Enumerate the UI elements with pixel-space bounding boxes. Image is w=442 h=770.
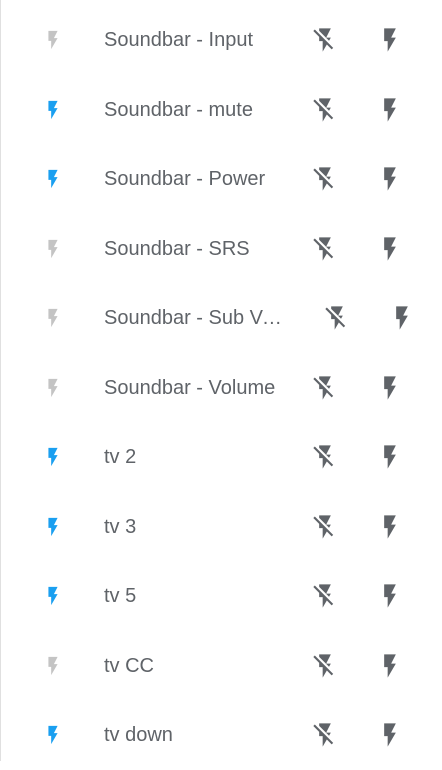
turn-off-button[interactable] — [310, 581, 340, 611]
entity-label: tv 3 — [104, 515, 137, 538]
entity-label: tv CC — [104, 654, 154, 677]
turn-on-button[interactable] — [375, 234, 405, 264]
turn-on-button[interactable] — [387, 303, 417, 333]
turn-on-button[interactable] — [375, 25, 405, 55]
flash-off-icon — [311, 235, 339, 263]
entity-label: Soundbar - Sub Vo… — [104, 307, 284, 329]
flash-icon — [42, 97, 64, 123]
turn-on-button[interactable] — [375, 581, 405, 611]
flash-off-icon — [311, 96, 339, 124]
flash-off-icon — [311, 513, 339, 541]
entity-row: tv 2 — [0, 422, 442, 492]
turn-on-button[interactable] — [375, 442, 405, 472]
flash-icon — [42, 375, 64, 401]
entity-row: Soundbar - Input — [0, 5, 442, 75]
turn-off-button[interactable] — [310, 512, 340, 542]
entity-label: tv 2 — [104, 446, 137, 468]
entity-row: Soundbar - mute — [0, 75, 442, 145]
flash-icon — [42, 722, 64, 748]
turn-off-button[interactable] — [310, 373, 340, 403]
turn-on-button[interactable] — [375, 651, 405, 681]
turn-off-button[interactable] — [310, 720, 340, 750]
turn-on-button[interactable] — [375, 720, 405, 750]
flash-icon — [42, 444, 64, 470]
flash-on-icon — [376, 582, 404, 610]
flash-on-icon — [376, 374, 404, 402]
entity-row: tv down — [0, 700, 442, 770]
entity-label: Soundbar - SRS — [104, 237, 250, 260]
entity-row: Soundbar - SRS — [0, 214, 442, 284]
flash-off-icon — [311, 721, 339, 749]
turn-on-button[interactable] — [375, 512, 405, 542]
flash-off-icon — [311, 443, 339, 471]
flash-on-icon — [376, 443, 404, 471]
entity-label: Soundbar - Input — [104, 29, 253, 51]
turn-off-button[interactable] — [310, 164, 340, 194]
entity-label: Soundbar - Power — [104, 168, 266, 190]
flash-icon — [42, 514, 64, 540]
entity-row: Soundbar - Sub Vo… — [0, 283, 442, 353]
entity-row: tv CC — [0, 631, 442, 701]
turn-off-button[interactable] — [322, 303, 352, 333]
flash-on-icon — [376, 721, 404, 749]
turn-on-button[interactable] — [375, 164, 405, 194]
turn-off-button[interactable] — [310, 651, 340, 681]
flash-on-icon — [376, 513, 404, 541]
flash-icon — [42, 653, 64, 679]
flash-on-icon — [376, 235, 404, 263]
flash-off-icon — [311, 26, 339, 54]
flash-off-icon — [323, 304, 351, 332]
turn-off-button[interactable] — [310, 25, 340, 55]
flash-off-icon — [311, 652, 339, 680]
entity-label: tv 5 — [104, 585, 137, 607]
flash-on-icon — [376, 26, 404, 54]
flash-on-icon — [376, 165, 404, 193]
turn-on-button[interactable] — [375, 95, 405, 125]
turn-off-button[interactable] — [310, 442, 340, 472]
flash-icon — [42, 166, 64, 192]
flash-icon — [42, 305, 64, 331]
entity-label: tv down — [104, 724, 173, 746]
turn-off-button[interactable] — [310, 95, 340, 125]
flash-on-icon — [388, 304, 416, 332]
flash-on-icon — [376, 96, 404, 124]
flash-icon — [42, 236, 64, 262]
entity-row: tv 3 — [0, 492, 442, 562]
flash-icon — [42, 27, 64, 53]
entity-label: Soundbar - Volume — [104, 376, 276, 399]
entity-list: Soundbar - Input Soundbar - mute Soundba… — [0, 5, 442, 770]
turn-on-button[interactable] — [375, 373, 405, 403]
flash-on-icon — [376, 652, 404, 680]
entity-row: Soundbar - Power — [0, 144, 442, 214]
entity-row: Soundbar - Volume — [0, 353, 442, 423]
flash-icon — [42, 583, 64, 609]
turn-off-button[interactable] — [310, 234, 340, 264]
entity-label: Soundbar - mute — [104, 98, 253, 121]
flash-off-icon — [311, 165, 339, 193]
flash-off-icon — [311, 374, 339, 402]
entity-row: tv 5 — [0, 561, 442, 631]
flash-off-icon — [311, 582, 339, 610]
